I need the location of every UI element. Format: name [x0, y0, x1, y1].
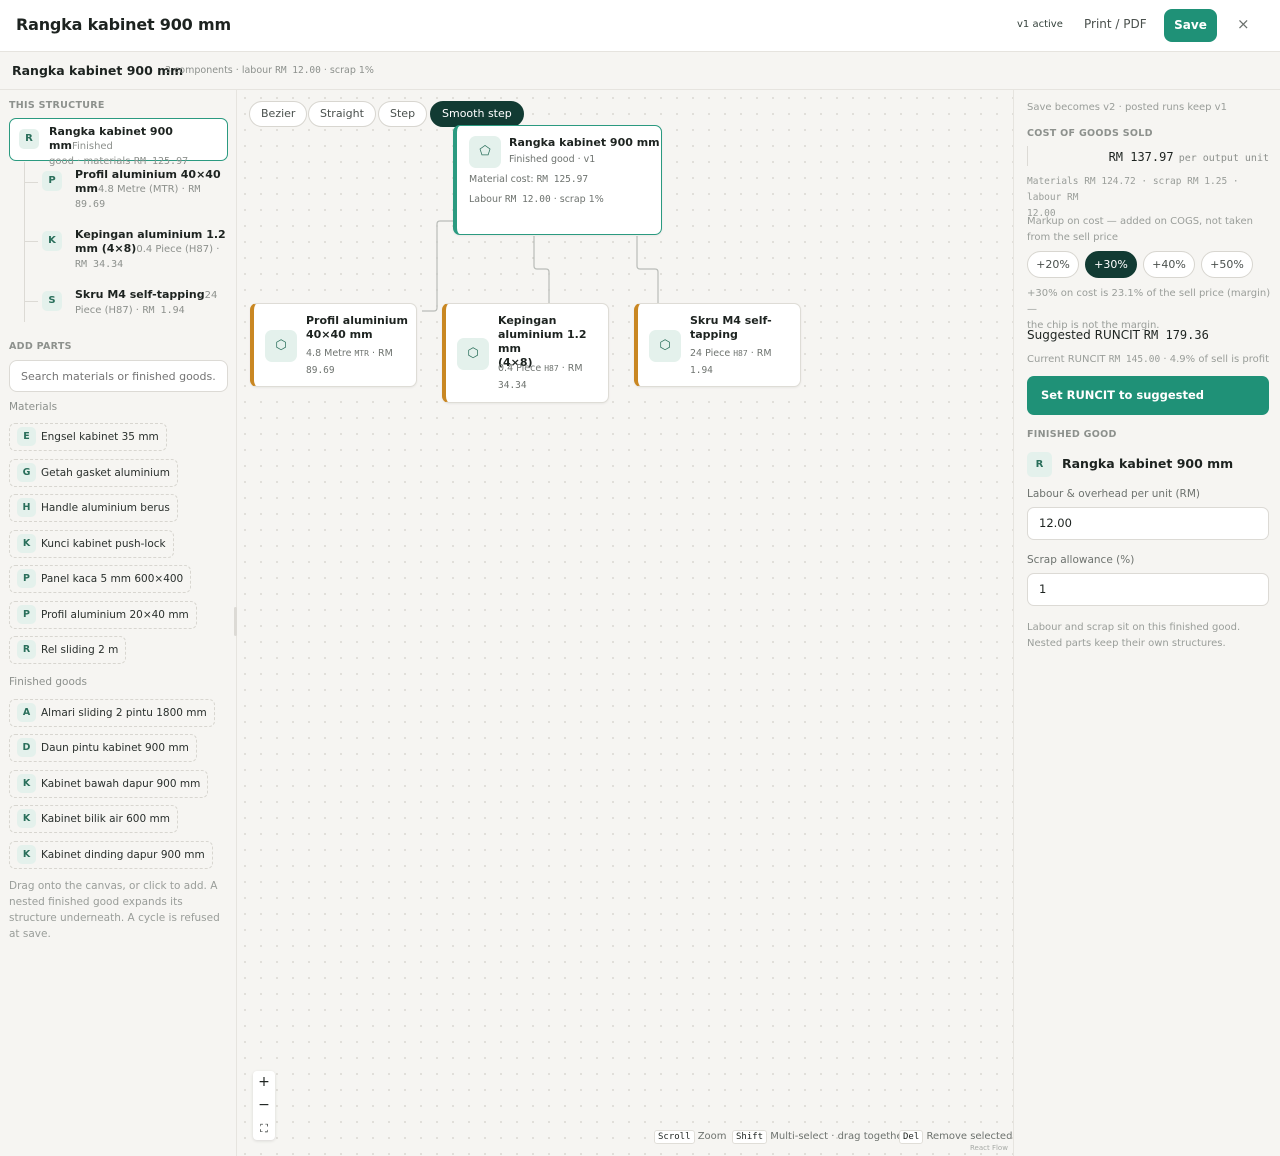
margin-note: +30% on cost is 23.1% of the sell price …: [1027, 288, 1271, 331]
suggested-runcit: Suggested RUNCIT RM 179.36: [1027, 328, 1209, 342]
root-node-icon: ⬠: [469, 136, 501, 168]
save-note: Save becomes v2 · posted runs keep v1: [1027, 102, 1227, 113]
finished-good-chip[interactable]: A Almari sliding 2 pintu 1800 mm: [9, 699, 215, 727]
zoom-in-button[interactable]: +: [253, 1071, 275, 1094]
save-button[interactable]: Save: [1164, 9, 1217, 42]
tree-item-profil[interactable]: P Profil aluminium 40×40 mm4.8 Metre (MTR…: [42, 168, 227, 212]
root-node[interactable]: ⬠ Rangka kabinet 900 mm Finished good · …: [453, 125, 662, 235]
left-panel: This structure R Rangka kabinet 900 mmFi…: [0, 90, 237, 1156]
material-chip[interactable]: E Engsel kabinet 35 mm: [9, 423, 167, 451]
material-chip[interactable]: P Profil aluminium 20×40 mm: [9, 601, 197, 629]
structure-name: Rangka kabinet 900 mm: [12, 63, 184, 78]
structure-canvas[interactable]: Bezier Straight Step Smooth step ⬠ Rangk…: [237, 90, 1013, 1156]
tree-root-item[interactable]: R Rangka kabinet 900 mmFinished good · m…: [9, 118, 228, 167]
version-status: v1 active: [1017, 19, 1063, 30]
finished-good-heading: Finished good: [1027, 429, 1117, 440]
top-bar: Rangka kabinet 900 mm v1 active Print / …: [0, 0, 1280, 52]
part-node-skru[interactable]: ⬡ Skru M4 self-tapping 24 Piece H87 · RM…: [634, 303, 801, 387]
edge-root-kepingan: [533, 236, 550, 303]
cogs-value: RM 137.97 per output unit: [1027, 146, 1269, 166]
tree-item-kepingan[interactable]: K Kepingan aluminium 1.2 mm (4×8)0.4 Piec…: [42, 228, 227, 272]
shortcut-zoom: Scroll Zoom: [654, 1130, 727, 1144]
markup-chip-30[interactable]: +30%: [1085, 251, 1137, 278]
box-icon: ⬡: [457, 338, 489, 370]
edge-root-profil: [422, 220, 455, 312]
scrap-input[interactable]: 1: [1027, 573, 1269, 606]
markup-chip-20[interactable]: +20%: [1027, 251, 1079, 278]
material-chip[interactable]: H Handle aluminium berus: [9, 494, 178, 522]
add-parts-hint: Drag onto the canvas, or click to add. A…: [9, 880, 220, 940]
root-badge: R: [19, 129, 39, 149]
finished-good-chip[interactable]: K Kabinet dinding dapur 900 mm: [9, 841, 213, 869]
edge-root-skru: [636, 236, 659, 303]
labour-input[interactable]: 12.00: [1027, 507, 1269, 540]
finished-good-chip[interactable]: K Kabinet bilik air 600 mm: [9, 805, 178, 833]
markup-chip-50[interactable]: +50%: [1201, 251, 1253, 278]
material-chip[interactable]: K Kunci kabinet push-lock: [9, 530, 174, 558]
set-runcit-button[interactable]: Set RUNCIT to suggested: [1027, 376, 1269, 415]
parts-search-input[interactable]: [9, 360, 228, 392]
material-chip[interactable]: R Rel sliding 2 m: [9, 636, 127, 664]
tree-connector: [24, 162, 25, 322]
shortcut-multiselect: Shift Multi-select · drag together: [732, 1130, 907, 1144]
zoom-controls: + − ⛶: [253, 1071, 275, 1140]
finished-good-name: Rangka kabinet 900 mm: [1062, 456, 1234, 471]
fit-view-icon[interactable]: ⛶: [253, 1117, 275, 1140]
material-chip[interactable]: P Panel kaca 5 mm 600×400: [9, 565, 192, 593]
finished-good-chip[interactable]: K Kabinet bawah dapur 900 mm: [9, 770, 209, 798]
zoom-out-button[interactable]: −: [253, 1094, 275, 1117]
current-runcit: Current RUNCIT RM 145.00 · 4.9% of sell …: [1027, 354, 1269, 365]
part-node-profil[interactable]: ⬡ Profil aluminium 40×40 mm 4.8 Metre MTR…: [250, 303, 417, 387]
add-parts-heading: Add parts: [9, 341, 72, 352]
structure-summary-bar: Rangka kabinet 900 mm 3 components · lab…: [0, 52, 1280, 90]
cogs-heading: Cost of goods sold: [1027, 128, 1153, 139]
finished-good-chip[interactable]: D Daun pintu kabinet 900 mm: [9, 734, 197, 762]
finished-goods-label: Finished goods: [9, 676, 88, 688]
materials-label: Materials: [9, 401, 58, 413]
structure-meta: 3 components · labour RM 12.00 · scrap 1…: [165, 65, 374, 76]
markup-chip-40[interactable]: +40%: [1143, 251, 1195, 278]
box-icon: ⬡: [265, 330, 297, 362]
finished-good-footer: Labour and scrap sit on this finished go…: [1027, 622, 1241, 649]
this-structure-heading: This structure: [9, 100, 105, 111]
print-pdf-button[interactable]: Print / PDF: [1084, 17, 1147, 31]
markup-note: Markup on cost — added on COGS, not take…: [1027, 216, 1253, 243]
page-title: Rangka kabinet 900 mm: [16, 15, 231, 34]
scrap-label: Scrap allowance (%): [1027, 554, 1135, 566]
shortcut-remove: Del Remove selected: [899, 1130, 1012, 1144]
costing-panel: Save becomes v2 · posted runs keep v1 Co…: [1013, 90, 1280, 1156]
box-icon: ⬡: [649, 330, 681, 362]
material-chip[interactable]: G Getah gasket aluminium: [9, 459, 178, 487]
tree-item-skru[interactable]: S Skru M4 self-tapping24 Piece (H87) · RM…: [42, 288, 227, 318]
labour-label: Labour & overhead per unit (RM): [1027, 488, 1200, 500]
finished-good-badge: R: [1027, 452, 1052, 477]
react-flow-attribution[interactable]: React Flow: [970, 1144, 1008, 1152]
part-node-kepingan[interactable]: ⬡ Kepingan aluminium 1.2 mm (4×8) 0.4 Piec…: [442, 303, 609, 403]
close-icon[interactable]: ×: [1237, 15, 1250, 33]
